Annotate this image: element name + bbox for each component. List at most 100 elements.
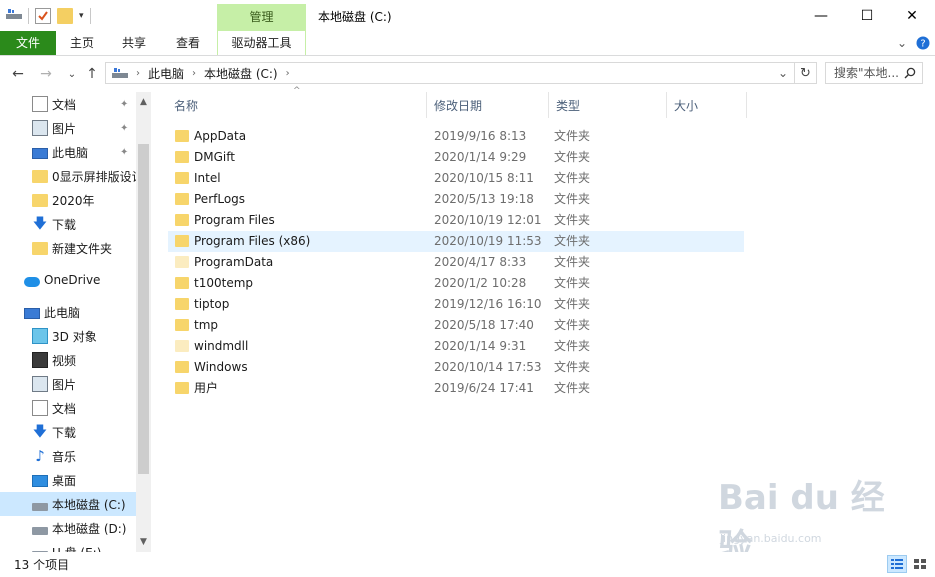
folder-icon — [175, 193, 189, 205]
column-header-size[interactable]: 大小 — [666, 92, 746, 120]
address-dropdown-button[interactable]: ⌄ — [778, 66, 788, 80]
picture-icon — [32, 120, 48, 136]
sidebar-item-label: 桌面 — [52, 473, 77, 488]
properties-icon[interactable] — [35, 8, 51, 24]
sidebar-item-this-pc-quick[interactable]: 此电脑 ✦ — [0, 140, 136, 164]
file-date: 2019/6/24 17:41 — [434, 381, 534, 395]
pin-icon[interactable]: ✦ — [120, 123, 128, 134]
file-name: Intel — [194, 171, 221, 185]
collapse-ribbon-icon[interactable]: ⌄ — [893, 31, 911, 55]
file-row[interactable]: windmdll 2020/1/14 9:31 文件夹 — [168, 336, 744, 357]
breadcrumb-local-disk-c[interactable]: 本地磁盘 (C:) — [204, 65, 278, 82]
picture-icon — [32, 376, 48, 392]
file-row[interactable]: Intel 2020/10/15 8:11 文件夹 — [168, 168, 744, 189]
column-header-date-modified[interactable]: 修改日期 — [426, 92, 548, 120]
tab-share[interactable]: 共享 — [112, 31, 156, 55]
file-name: AppData — [194, 129, 247, 143]
scrollbar-thumb[interactable] — [138, 144, 149, 474]
file-name: PerfLogs — [194, 192, 246, 206]
hidden-folder-icon — [175, 256, 189, 268]
sidebar-item-local-disk-d[interactable]: 本地磁盘 (D:) — [0, 516, 136, 540]
sidebar-item-this-pc[interactable]: 此电脑 — [0, 300, 136, 324]
sidebar-item-label: 文档 — [52, 401, 77, 416]
file-row[interactable]: Program Files (x86) 2020/10/19 11:53 文件夹 — [168, 231, 744, 252]
column-header-name[interactable]: 名称 — [166, 92, 426, 120]
sidebar-scrollbar[interactable]: ▲ ▼ — [136, 92, 151, 552]
navigation-bar: ← → ⌄ ↑ › 此电脑 › 本地磁盘 (C:) › ⌄ ↻ 搜索"本地... — [0, 58, 935, 90]
folder-icon — [32, 241, 48, 255]
large-icons-view-button[interactable] — [910, 555, 930, 573]
file-row[interactable]: Windows 2020/10/14 17:53 文件夹 — [168, 357, 744, 378]
sidebar-item-new-folder[interactable]: 新建文件夹 — [0, 236, 136, 260]
sidebar-item-label: 2020年 — [52, 193, 95, 208]
folder-icon — [175, 277, 189, 289]
sidebar-item-usb-drive-e[interactable]: U 盘 (E:) — [0, 540, 136, 552]
file-row[interactable]: DMGift 2020/1/14 9:29 文件夹 — [168, 147, 744, 168]
sidebar-item-videos[interactable]: 视频 — [0, 348, 136, 372]
sidebar-item-onedrive[interactable]: OneDrive — [0, 268, 136, 292]
sidebar-item-music[interactable]: ♪ 音乐 — [0, 444, 136, 468]
file-row[interactable]: Program Files 2020/10/19 12:01 文件夹 — [168, 210, 744, 231]
file-row[interactable]: tmp 2020/5/18 17:40 文件夹 — [168, 315, 744, 336]
sidebar-item-desktop[interactable]: 桌面 — [0, 468, 136, 492]
document-icon — [32, 96, 48, 112]
drive-icon — [32, 526, 48, 535]
scroll-down-arrow[interactable]: ▼ — [136, 534, 151, 550]
file-row[interactable]: AppData 2019/9/16 8:13 文件夹 — [168, 126, 744, 147]
sidebar-item-documents[interactable]: 文档 ✦ — [0, 92, 136, 116]
column-header-type[interactable]: 类型 — [548, 92, 666, 120]
help-icon[interactable]: ? — [914, 31, 932, 55]
sidebar-item-label: 视频 — [52, 353, 77, 368]
file-date: 2019/9/16 8:13 — [434, 129, 527, 143]
sidebar-item-pictures-pc[interactable]: 图片 — [0, 372, 136, 396]
sidebar-item-pictures[interactable]: 图片 ✦ — [0, 116, 136, 140]
recent-locations-button[interactable]: ⌄ — [62, 64, 82, 84]
pin-icon[interactable]: ✦ — [120, 99, 128, 110]
file-name: ProgramData — [194, 255, 274, 269]
status-bar: 13 个项目 — [0, 552, 935, 577]
sidebar-item-downloads-pc[interactable]: 🡇 下载 — [0, 420, 136, 444]
minimize-button[interactable]: — — [798, 0, 844, 31]
pin-icon[interactable]: ✦ — [120, 147, 128, 158]
sidebar-item-3d-objects[interactable]: 3D 对象 — [0, 324, 136, 348]
file-type: 文件夹 — [554, 171, 591, 185]
column-divider[interactable] — [746, 92, 747, 118]
tab-file[interactable]: 文件 — [0, 31, 56, 55]
tab-home[interactable]: 主页 — [60, 31, 104, 55]
breadcrumb-this-pc[interactable]: 此电脑 — [148, 65, 184, 82]
customize-toolbar-icon[interactable]: ▾ — [79, 11, 84, 21]
file-row[interactable]: tiptop 2019/12/16 16:10 文件夹 — [168, 294, 744, 315]
address-bar[interactable]: › 此电脑 › 本地磁盘 (C:) › ⌄ — [105, 62, 795, 84]
file-row[interactable]: t100temp 2020/1/2 10:28 文件夹 — [168, 273, 744, 294]
refresh-button[interactable]: ↻ — [795, 62, 817, 84]
back-button[interactable]: ← — [8, 64, 28, 84]
sidebar-item-2020[interactable]: 2020年 — [0, 188, 136, 212]
tab-view[interactable]: 查看 — [166, 31, 210, 55]
new-folder-icon[interactable] — [57, 8, 73, 24]
file-type: 文件夹 — [554, 276, 591, 290]
file-row[interactable]: ProgramData 2020/4/17 8:33 文件夹 — [168, 252, 744, 273]
file-date: 2020/10/15 8:11 — [434, 171, 534, 185]
sidebar-item-label: 下载 — [52, 217, 77, 232]
tab-drive-tools[interactable]: 驱动器工具 — [217, 31, 306, 55]
details-view-button[interactable] — [887, 555, 907, 573]
ribbon-tab-bar: 文件 主页 共享 查看 驱动器工具 ⌄ ? — [0, 31, 935, 56]
file-row[interactable]: PerfLogs 2020/5/13 19:18 文件夹 — [168, 189, 744, 210]
context-tab-group-label: 管理 — [217, 4, 306, 31]
up-button[interactable]: ↑ — [82, 64, 102, 84]
file-name: tiptop — [194, 297, 230, 311]
forward-button[interactable]: → — [36, 64, 56, 84]
download-icon: 🡇 — [32, 424, 48, 440]
close-button[interactable]: ✕ — [889, 0, 935, 31]
maximize-button[interactable]: ☐ — [844, 0, 890, 31]
folder-icon — [175, 214, 189, 226]
file-row[interactable]: 用户 2019/6/24 17:41 文件夹 — [168, 378, 744, 399]
search-input[interactable]: 搜索"本地... — [825, 62, 923, 84]
sidebar-item-local-disk-c[interactable]: 本地磁盘 (C:) — [0, 492, 136, 516]
folder-icon — [175, 298, 189, 310]
sidebar-item-label: 音乐 — [52, 449, 77, 464]
sidebar-item-documents-pc[interactable]: 文档 — [0, 396, 136, 420]
sidebar-item-display-design[interactable]: 0显示屏排版设计 — [0, 164, 136, 188]
scroll-up-arrow[interactable]: ▲ — [136, 94, 151, 110]
sidebar-item-downloads-quick[interactable]: 🡇 下载 — [0, 212, 136, 236]
